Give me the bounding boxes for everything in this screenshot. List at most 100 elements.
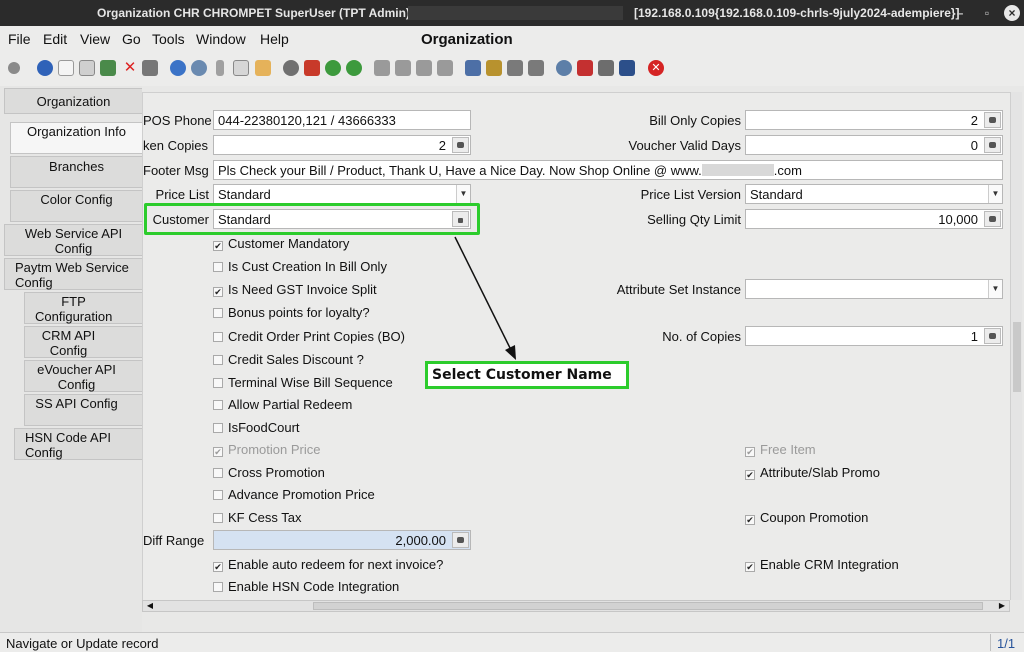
attachment-icon[interactable]	[216, 60, 224, 76]
delete-icon[interactable]: ✕	[122, 59, 138, 75]
calculator-button[interactable]	[984, 211, 1001, 227]
exit-icon[interactable]	[619, 60, 635, 76]
tab-color-config[interactable]: Color Config	[10, 190, 142, 222]
zoom-icon[interactable]	[556, 60, 572, 76]
close-icon[interactable]: ✕	[648, 60, 664, 76]
menu-window[interactable]: Window	[196, 31, 246, 47]
menu-go[interactable]: Go	[122, 31, 141, 47]
price-list-select[interactable]: Standard ▼	[213, 184, 471, 204]
scroll-right-icon[interactable]: ▶	[996, 601, 1008, 611]
print-preview-icon[interactable]	[528, 60, 544, 76]
scroll-thumb[interactable]	[313, 602, 983, 610]
archive-icon[interactable]	[283, 60, 299, 76]
allow-partial-redeem-checkbox[interactable]: Allow Partial Redeem	[213, 397, 352, 412]
tab-web-service-api-config[interactable]: Web Service API Config	[4, 224, 142, 256]
checkbox-label: Cross Promotion	[228, 465, 325, 480]
request-icon[interactable]	[598, 60, 614, 76]
tab-ftp-configuration[interactable]: FTP Configuration	[24, 292, 142, 324]
tab-paytm-web-service-config[interactable]: Paytm Web Service Config	[4, 258, 142, 290]
close-window-button[interactable]: ×	[1004, 5, 1020, 21]
print-icon[interactable]	[507, 60, 523, 76]
terminal-wise-bill-sequence-checkbox[interactable]: Terminal Wise Bill Sequence	[213, 375, 393, 390]
bonus-points-checkbox[interactable]: Bonus points for loyalty?	[213, 305, 370, 320]
calculator-button[interactable]	[984, 112, 1001, 128]
refresh-icon[interactable]	[170, 60, 186, 76]
previous-icon[interactable]	[395, 60, 411, 76]
first-icon[interactable]	[374, 60, 390, 76]
record-counter[interactable]: 1/1	[990, 634, 1022, 651]
voucher-valid-days-input[interactable]: 0	[745, 135, 1003, 155]
next-icon[interactable]	[416, 60, 432, 76]
advance-promotion-price-checkbox[interactable]: Advance Promotion Price	[213, 487, 375, 502]
coupon-promotion-checkbox[interactable]: ✔ Coupon Promotion	[745, 510, 868, 525]
free-item-checkbox: ✔ Free Item	[745, 442, 816, 457]
tab-branches[interactable]: Branches	[10, 156, 142, 188]
workflow-icon[interactable]	[577, 60, 593, 76]
product-icon[interactable]	[486, 60, 502, 76]
enable-hsn-code-integration-checkbox[interactable]: Enable HSN Code Integration	[213, 579, 399, 594]
calculator-button[interactable]	[984, 137, 1001, 153]
auto-redeem-checkbox[interactable]: ✔ Enable auto redeem for next invoice?	[213, 557, 443, 572]
cross-promotion-checkbox[interactable]: Cross Promotion	[213, 465, 325, 480]
is-food-court-checkbox[interactable]: IsFoodCourt	[213, 420, 300, 435]
customer-mandatory-checkbox[interactable]: ✔ Customer Mandatory	[213, 236, 349, 251]
tab-evoucher-api-config[interactable]: eVoucher API Config	[24, 360, 142, 392]
chat-icon[interactable]	[233, 60, 249, 76]
chevron-down-icon[interactable]: ▼	[988, 280, 1002, 298]
report-icon[interactable]	[142, 60, 158, 76]
menu-view[interactable]: View	[80, 31, 110, 47]
tab-ss-api-config[interactable]: SS API Config	[24, 394, 142, 426]
tab-organization[interactable]: Organization	[4, 88, 142, 114]
pos-phone-input[interactable]: 044-22380120,121 / 43666333	[213, 110, 471, 130]
calculator-button[interactable]	[452, 137, 469, 153]
kf-cess-tax-checkbox[interactable]: KF Cess Tax	[213, 510, 301, 525]
token-copies-value: 2	[438, 138, 446, 153]
history-icon[interactable]	[255, 60, 271, 76]
menu-file[interactable]: File	[8, 31, 31, 47]
menu-edit[interactable]: Edit	[43, 31, 67, 47]
last-icon[interactable]	[437, 60, 453, 76]
calculator-button[interactable]	[984, 328, 1001, 344]
footer-msg-input[interactable]: Pls Check your Bill / Product, Thank U, …	[213, 160, 1003, 180]
attribute-set-instance-select[interactable]: ▼	[745, 279, 1003, 299]
cust-creation-in-bill-checkbox[interactable]: Is Cust Creation In Bill Only	[213, 259, 387, 274]
calculator-button[interactable]	[452, 532, 469, 548]
maximize-button[interactable]: ▫	[979, 5, 995, 21]
find-icon[interactable]	[191, 60, 207, 76]
minimize-button[interactable]: –	[952, 5, 968, 21]
save-icon[interactable]	[100, 60, 116, 76]
checkbox-box-icon	[213, 332, 223, 342]
tab-crm-api-config[interactable]: CRM API Config	[24, 326, 142, 358]
credit-sales-discount-checkbox[interactable]: Credit Sales Discount ?	[213, 352, 364, 367]
bill-only-copies-input[interactable]: 2	[745, 110, 1003, 130]
gst-invoice-split-checkbox[interactable]: ✔ Is Need GST Invoice Split	[213, 282, 377, 297]
tab-hsn-code-api-config[interactable]: HSN Code API Config	[14, 428, 142, 460]
help-icon[interactable]	[37, 60, 53, 76]
new-icon[interactable]	[58, 60, 74, 76]
checkbox-label: Bonus points for loyalty?	[228, 305, 370, 320]
menu-tools[interactable]: Tools	[152, 31, 185, 47]
selling-qty-limit-input[interactable]: 10,000	[745, 209, 1003, 229]
copy-icon[interactable]	[79, 60, 95, 76]
attribute-slab-promo-checkbox[interactable]: ✔ Attribute/Slab Promo	[745, 465, 880, 480]
chevron-down-icon[interactable]: ▼	[456, 185, 470, 203]
home-icon[interactable]	[304, 60, 320, 76]
enable-crm-integration-checkbox[interactable]: ✔ Enable CRM Integration	[745, 557, 899, 572]
detail-icon[interactable]	[465, 60, 481, 76]
chevron-down-icon[interactable]: ▼	[988, 185, 1002, 203]
scroll-thumb[interactable]	[1013, 322, 1021, 392]
token-copies-input[interactable]: 2	[213, 135, 471, 155]
credit-order-print-copies-checkbox[interactable]: Credit Order Print Copies (BO)	[213, 329, 405, 344]
no-of-copies-input[interactable]: 1	[745, 326, 1003, 346]
menu-help[interactable]: Help	[260, 31, 289, 47]
back-icon[interactable]	[325, 60, 341, 76]
diff-range-input[interactable]: 2,000.00	[213, 530, 471, 550]
scroll-left-icon[interactable]: ◀	[144, 601, 156, 611]
undo-icon[interactable]	[8, 62, 20, 74]
checkbox-box-icon	[213, 378, 223, 388]
tab-organization-info[interactable]: Organization Info	[10, 122, 142, 154]
vertical-scrollbar[interactable]	[1010, 92, 1022, 600]
price-list-version-select[interactable]: Standard ▼	[745, 184, 1003, 204]
forward-icon[interactable]	[346, 60, 362, 76]
horizontal-scrollbar[interactable]: ◀ ▶	[142, 600, 1010, 612]
